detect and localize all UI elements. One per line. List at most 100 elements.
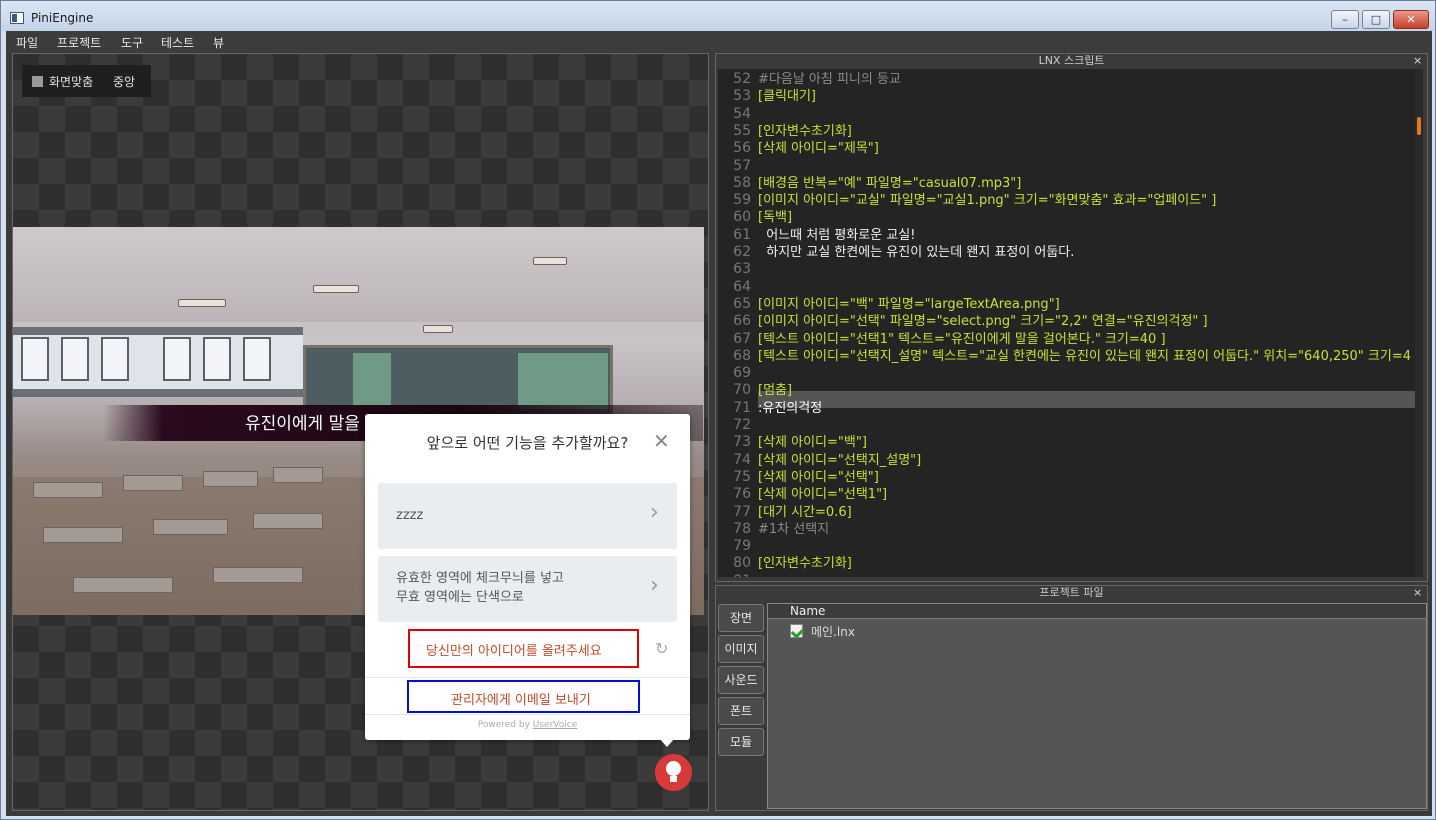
project-panel: 프로젝트 파일 × 장면 이미지 사운드 폰트 모듈 Name 메인.lnx xyxy=(715,585,1428,811)
scene-window-pane xyxy=(101,337,129,381)
code-line[interactable]: [클릭대기] xyxy=(758,88,816,105)
menu-project[interactable]: 프로젝트 xyxy=(57,34,101,51)
uservoice-link[interactable]: UserVoice xyxy=(533,720,577,730)
code-line[interactable]: [텍스트 아이디="선택지_설명" 텍스트="교실 한켠에는 유진이 있는데 왠… xyxy=(758,348,1411,365)
code-line[interactable]: [삭제 아이디="백"] xyxy=(758,434,867,451)
line-number: 80 xyxy=(733,555,751,572)
scene-window-pane xyxy=(21,337,49,381)
scene-desk xyxy=(253,513,323,529)
main-window: PiniEngine – □ ✕ 파일 프로젝트 도구 테스트 뷰 화면맞춤 중… xyxy=(0,0,1436,820)
lightbulb-base xyxy=(670,776,677,782)
window-title: PiniEngine xyxy=(31,11,94,25)
code-line[interactable]: 어느때 처럼 평화로운 교실! xyxy=(758,227,915,244)
scene-window-pane xyxy=(163,337,191,381)
code-line[interactable]: [삭제 아이디="제목"] xyxy=(758,140,879,157)
line-number: 53 xyxy=(733,88,751,105)
scene-window-pane xyxy=(243,337,271,381)
line-number: 67 xyxy=(733,330,751,347)
fit-screen-label[interactable]: 화면맞춤 xyxy=(49,73,93,90)
column-name-label: Name xyxy=(790,604,826,618)
close-window-button[interactable]: ✕ xyxy=(1393,10,1429,29)
divider xyxy=(365,714,690,715)
title-bar: PiniEngine – □ ✕ xyxy=(1,1,1435,31)
line-number: 58 xyxy=(733,174,751,191)
line-number: 61 xyxy=(733,226,751,243)
code-line[interactable]: [텍스트 아이디="선택1" 텍스트="유진이에게 말을 걸어본다." 크기=4… xyxy=(758,331,1166,348)
idea-option[interactable]: 유효한 영역에 체크무늬를 넣고 무효 영역에는 단색으로 › xyxy=(378,556,677,622)
project-panel-close-icon[interactable]: × xyxy=(1413,586,1422,599)
code-line[interactable]: [인자변수초기화] xyxy=(758,555,852,572)
code-line[interactable]: #다음날 아침 피니의 등교 xyxy=(758,71,901,88)
column-header[interactable]: Name xyxy=(768,604,1426,619)
line-number: 56 xyxy=(733,140,751,157)
preview-canvas[interactable]: 화면맞춤 중앙 유진이에게 말을 걸어본다 앞으로 어떤 기능을 추가할까요? … xyxy=(12,53,709,811)
idea-option[interactable]: zzzz › xyxy=(378,483,677,549)
lightbulb-icon xyxy=(666,761,681,776)
scene-ceiling-light xyxy=(313,285,359,293)
line-number: 66 xyxy=(733,313,751,330)
menu-tools[interactable]: 도구 xyxy=(121,34,143,51)
tab-sounds[interactable]: 사운드 xyxy=(718,666,764,694)
tab-fonts[interactable]: 폰트 xyxy=(718,697,764,725)
maximize-button[interactable]: □ xyxy=(1362,10,1390,29)
vertical-scrollbar[interactable] xyxy=(1415,69,1423,577)
email-admin-label: 관리자에게 이메일 보내기 xyxy=(451,693,591,708)
fit-screen-checkbox[interactable] xyxy=(32,76,43,87)
popup-title: 앞으로 어떤 기능을 추가할까요? xyxy=(426,434,629,452)
minimize-button[interactable]: – xyxy=(1331,10,1359,29)
feedback-toggle-button[interactable] xyxy=(655,754,692,791)
line-number: 52 xyxy=(733,71,751,87)
script-editor[interactable]: 52 53 54 55 56 57 58 59 60 61 62 63 64 65 66 67 68 69 70 71… xyxy=(718,69,1423,577)
code-line[interactable]: [멈춤] xyxy=(758,382,792,399)
scene-desk xyxy=(213,567,303,583)
code-line[interactable]: [인자변수초기화] xyxy=(758,123,852,140)
file-list[interactable]: Name 메인.lnx xyxy=(767,603,1427,809)
script-panel-close-icon[interactable]: × xyxy=(1413,54,1422,67)
line-number: 69 xyxy=(733,365,751,382)
line-number: 79 xyxy=(733,538,751,555)
line-number-gutter: 52 53 54 55 56 57 58 59 60 61 62 63 64 65 66 67 68 69 70 71… xyxy=(718,69,756,577)
scene-ceiling xyxy=(13,227,704,322)
submit-idea-label: 당신만의 아이디어를 올려주세요 xyxy=(426,644,602,659)
line-number: 78 xyxy=(733,520,751,537)
line-number: 54 xyxy=(733,105,751,122)
code-line[interactable]: [이미지 아이디="선택" 파일명="select.png" 크기="2,2" … xyxy=(758,313,1208,330)
line-number: 68 xyxy=(733,347,751,364)
code-line[interactable]: [삭제 아이디="선택1"] xyxy=(758,486,887,503)
line-number: 76 xyxy=(733,486,751,503)
tab-images[interactable]: 이미지 xyxy=(718,635,764,663)
code-line[interactable]: #1차 선택지 xyxy=(758,521,829,538)
code-line[interactable]: [배경음 반복="예" 파일명="casual07.mp3"] xyxy=(758,175,1021,192)
email-admin-button[interactable]: 관리자에게 이메일 보내기 xyxy=(407,680,640,713)
popup-close-icon[interactable]: ✕ xyxy=(653,429,670,453)
scene-board-panel xyxy=(518,353,608,409)
submit-idea-button[interactable]: 당신만의 아이디어를 올려주세요 xyxy=(408,629,639,668)
idea-option-text: 무효 영역에는 단색으로 xyxy=(396,590,524,605)
code-line[interactable]: [이미지 아이디="백" 파일명="largeTextArea.png"] xyxy=(758,296,1060,313)
menu-test[interactable]: 테스트 xyxy=(161,34,194,51)
code-line[interactable]: :유진의걱정 xyxy=(758,400,822,417)
powered-by: Powered by UserVoice xyxy=(365,720,690,730)
line-number: 63 xyxy=(733,261,751,278)
code-line[interactable]: [독백] xyxy=(758,209,792,226)
line-number: 55 xyxy=(733,122,751,139)
tab-scenes[interactable]: 장면 xyxy=(718,604,764,632)
code-line[interactable]: [삭제 아이디="선택"] xyxy=(758,469,879,486)
tab-modules[interactable]: 모듈 xyxy=(718,728,764,756)
code-line[interactable]: [이미지 아이디="교실" 파일명="교실1.png" 크기="화면맞춤" 효과… xyxy=(758,192,1216,209)
refresh-icon[interactable]: ↻ xyxy=(655,639,668,658)
scene-desk xyxy=(203,471,258,487)
chevron-right-icon: › xyxy=(650,573,659,598)
code-line[interactable]: 하지만 교실 한켠에는 유진이 있는데 왠지 표정이 어둡다. xyxy=(758,244,1074,261)
menu-view[interactable]: 뷰 xyxy=(213,34,224,51)
code-line[interactable]: [삭제 아이디="선택지_설명"] xyxy=(758,452,921,469)
popup-arrow xyxy=(659,738,675,747)
menu-file[interactable]: 파일 xyxy=(16,34,38,51)
project-panel-title: 프로젝트 파일 xyxy=(1039,586,1104,599)
scene-board-panel xyxy=(353,353,391,409)
vertical-scroll-thumb[interactable] xyxy=(1417,117,1421,135)
code-line[interactable]: [대기 시간=0.6] xyxy=(758,504,852,521)
file-item-main[interactable]: 메인.lnx xyxy=(811,623,855,640)
scene-ceiling-light xyxy=(423,325,453,333)
center-button[interactable]: 중앙 xyxy=(113,73,135,90)
